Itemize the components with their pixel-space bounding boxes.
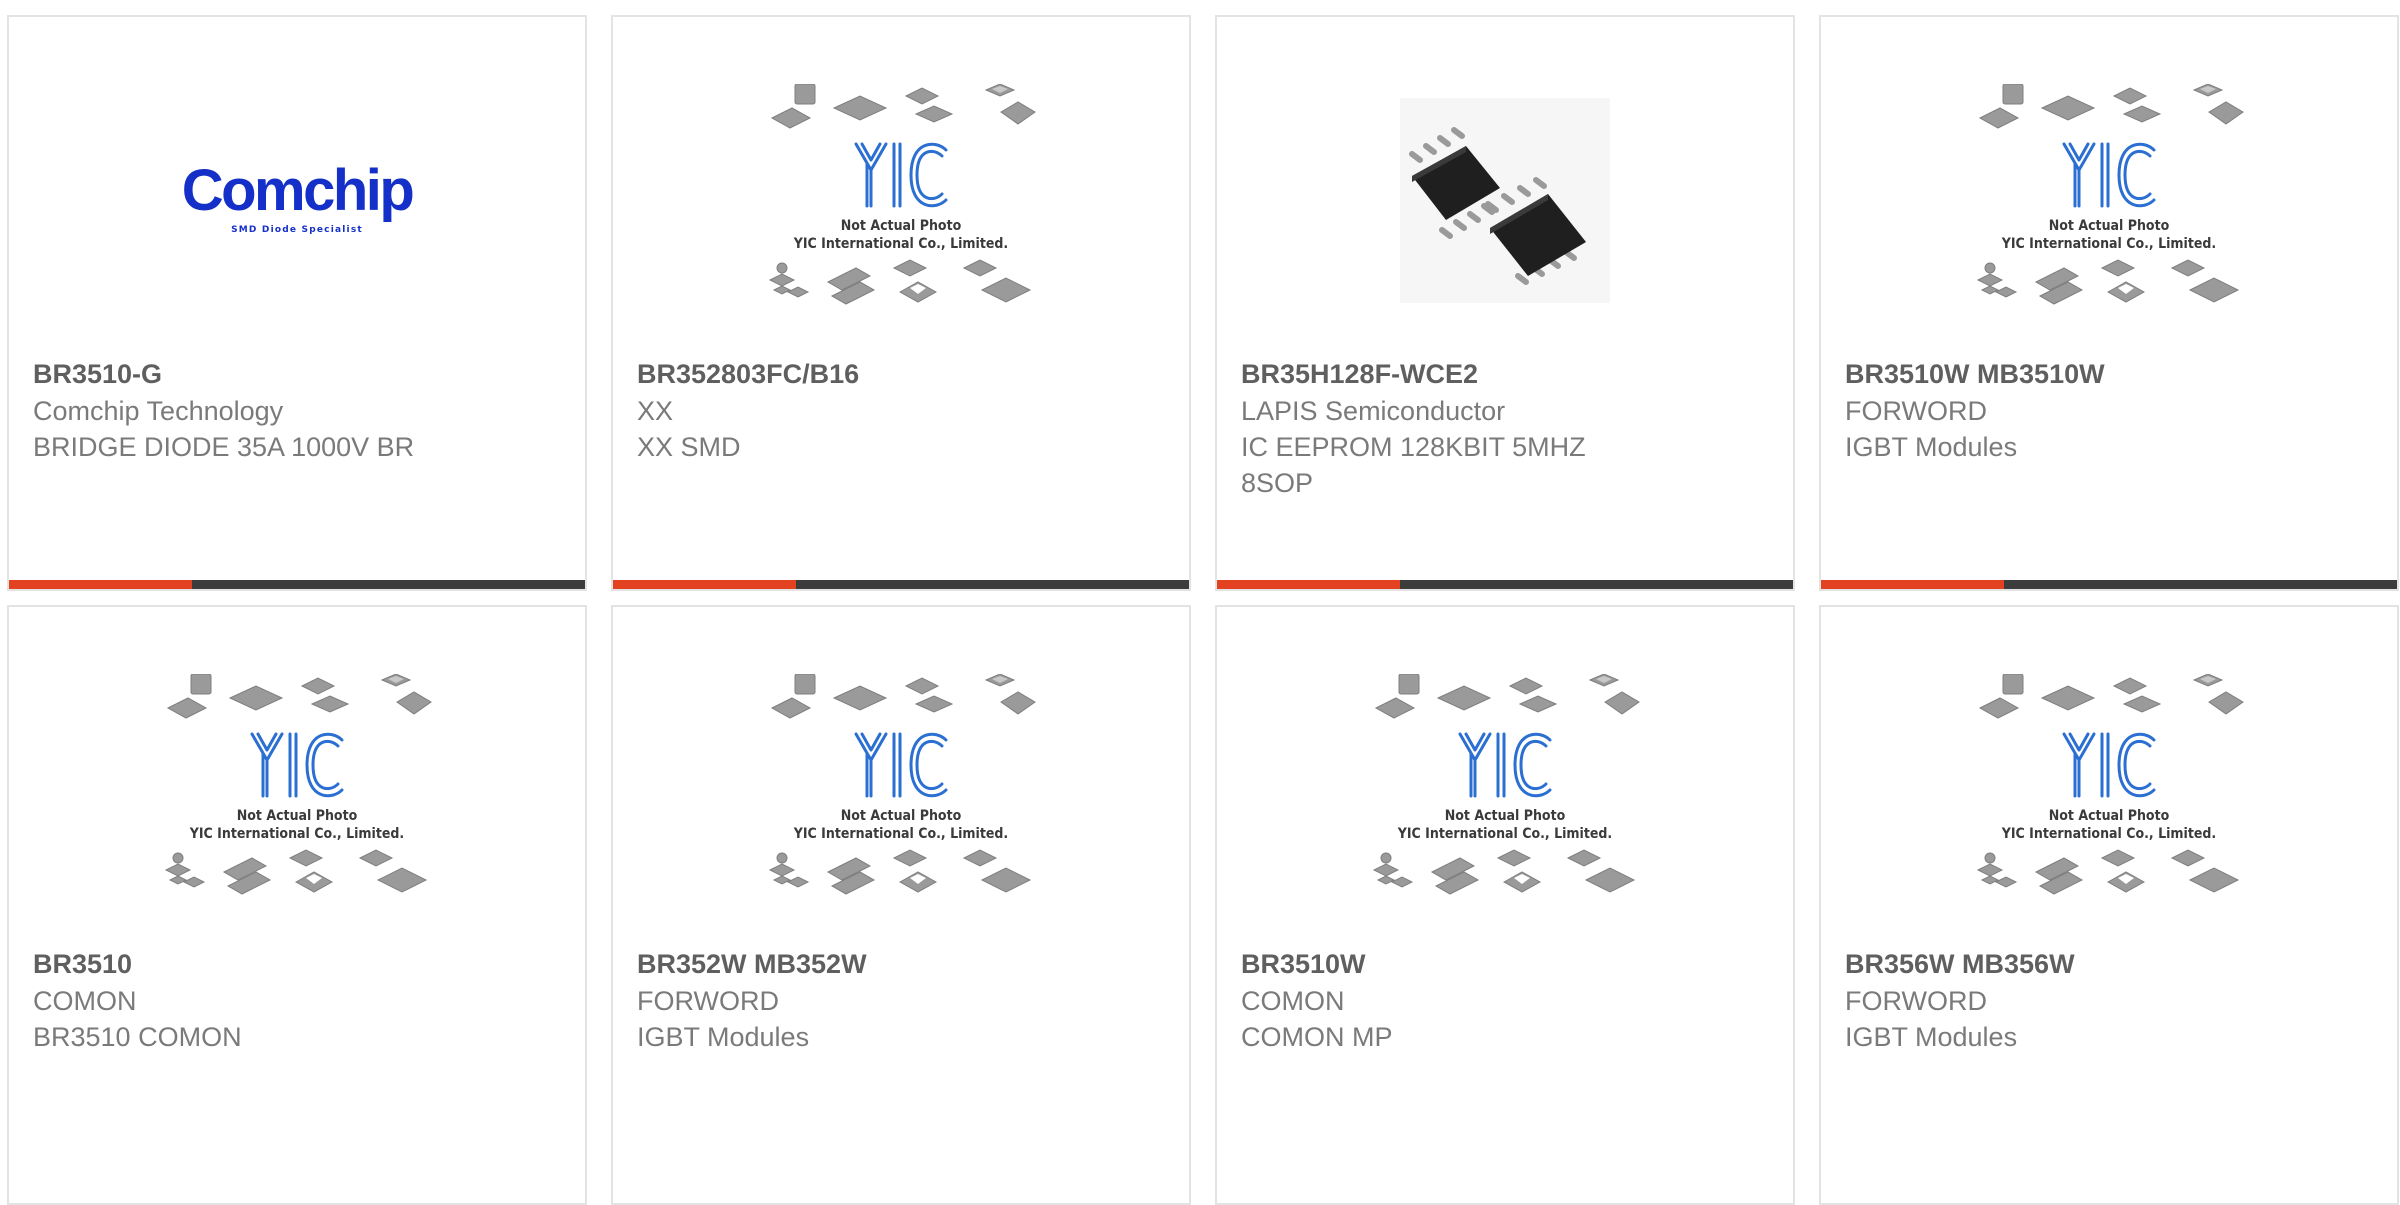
manufacturer-name: Comchip Technology: [33, 396, 284, 426]
svg-text:Not Actual Photo: Not Actual Photo: [2049, 808, 2170, 824]
svg-text:YIC International Co., Limited: YIC International Co., Limited.: [793, 826, 1008, 842]
yic-placeholder-image[interactable]: Not Actual Photo YIC International Co., …: [766, 674, 1036, 906]
accent-bar-segment: [1217, 580, 1400, 589]
svg-text:Not Actual Photo: Not Actual Photo: [2049, 218, 2170, 234]
yic-placeholder-image[interactable]: Not Actual Photo YIC International Co., …: [1974, 84, 2244, 316]
yic-placeholder-image[interactable]: Not Actual Photo YIC International Co., …: [1974, 674, 2244, 906]
card-bottom-bar: [1821, 580, 2397, 589]
yic-placeholder-image[interactable]: Not Actual Photo YIC International Co., …: [1370, 674, 1640, 906]
product-description: IC EEPROM 128KBIT 5MHZ: [1241, 432, 1586, 462]
product-description: BRIDGE DIODE 35A 1000V BR: [33, 432, 415, 462]
product-card[interactable]: Not Actual Photo YIC International Co., …: [7, 605, 587, 1205]
product-card[interactable]: Comchip SMD Diode Specialist BR3510-G Com…: [7, 15, 587, 591]
product-description: 8SOP: [1241, 468, 1314, 498]
part-number-link[interactable]: BR3510-G: [33, 356, 561, 393]
part-number-link[interactable]: BR3510: [33, 946, 561, 983]
yic-placeholder-image[interactable]: Not Actual Photo YIC International Co., …: [162, 674, 432, 906]
part-number-link[interactable]: BR352803FC/B16: [637, 356, 1165, 393]
comchip-logo-image[interactable]: Comchip SMD Diode Specialist: [162, 84, 432, 316]
dark-bar-segment: [1400, 580, 1793, 589]
card-bottom-bar: [1217, 580, 1793, 589]
product-description: IGBT Modules: [1845, 432, 2018, 462]
svg-text:YIC International Co., Limited: YIC International Co., Limited.: [793, 236, 1008, 252]
card-bottom-bar: [613, 580, 1189, 589]
product-info: BR352803FC/B16 XX XX SMD: [637, 356, 1165, 465]
svg-text:Comchip: Comchip: [182, 158, 414, 223]
dark-bar-segment: [796, 580, 1189, 589]
svg-text:Not Actual Photo: Not Actual Photo: [1445, 808, 1566, 824]
part-number-link[interactable]: BR3510W: [1241, 946, 1769, 983]
accent-bar-segment: [1821, 580, 2004, 589]
product-card[interactable]: Not Actual Photo YIC International Co., …: [1819, 15, 2399, 591]
manufacturer-name: LAPIS Semiconductor: [1241, 396, 1506, 426]
product-info: BR3510 COMON BR3510 COMON: [33, 946, 561, 1055]
product-info: BR3510W MB3510W FORWORD IGBT Modules: [1845, 356, 2373, 465]
manufacturer-name: COMON: [33, 986, 137, 1016]
product-description: XX SMD: [637, 432, 741, 462]
product-card[interactable]: Not Actual Photo YIC International Co., …: [1215, 605, 1795, 1205]
svg-text:SMD Diode Specialist: SMD Diode Specialist: [231, 225, 363, 235]
product-card[interactable]: Not Actual Photo YIC International Co., …: [611, 605, 1191, 1205]
manufacturer-name: FORWORD: [1845, 396, 1987, 426]
manufacturer-name: COMON: [1241, 986, 1345, 1016]
product-description: IGBT Modules: [1845, 1022, 2018, 1052]
part-number-link[interactable]: BR356W MB356W: [1845, 946, 2373, 983]
svg-text:YIC International Co., Limited: YIC International Co., Limited.: [2001, 236, 2216, 252]
part-number-link[interactable]: BR352W MB352W: [637, 946, 1165, 983]
dark-bar-segment: [192, 580, 585, 589]
dark-bar-segment: [2004, 580, 2397, 589]
product-description: COMON MP: [1241, 1022, 1393, 1052]
manufacturer-name: XX: [637, 396, 674, 426]
product-info: BR352W MB352W FORWORD IGBT Modules: [637, 946, 1165, 1055]
ic-chip-photo-image[interactable]: [1370, 84, 1640, 316]
product-card[interactable]: Not Actual Photo YIC International Co., …: [1819, 605, 2399, 1205]
svg-text:YIC International Co., Limited: YIC International Co., Limited.: [189, 826, 404, 842]
product-info: BR35H128F-WCE2 LAPIS Semiconductor IC EEPR…: [1241, 356, 1769, 501]
product-info: BR356W MB356W FORWORD IGBT Modules: [1845, 946, 2373, 1055]
svg-text:YIC International Co., Limited: YIC International Co., Limited.: [2001, 826, 2216, 842]
manufacturer-name: FORWORD: [637, 986, 779, 1016]
product-info: BR3510W COMON COMON MP: [1241, 946, 1769, 1055]
accent-bar-segment: [613, 580, 796, 589]
svg-text:YIC International Co., Limited: YIC International Co., Limited.: [1397, 826, 1612, 842]
accent-bar-segment: [9, 580, 192, 589]
svg-text:Not Actual Photo: Not Actual Photo: [841, 808, 962, 824]
product-description: BR3510 COMON: [33, 1022, 242, 1052]
product-card[interactable]: BR35H128F-WCE2 LAPIS Semiconductor IC EEPR…: [1215, 15, 1795, 591]
product-card[interactable]: Not Actual Photo YIC International Co., …: [611, 15, 1191, 591]
svg-text:Not Actual Photo: Not Actual Photo: [841, 218, 962, 234]
card-bottom-bar: [9, 580, 585, 589]
part-number-link[interactable]: BR3510W MB3510W: [1845, 356, 2373, 393]
yic-placeholder-image[interactable]: Not Actual Photo YIC International Co., …: [766, 84, 1036, 316]
svg-text:Not Actual Photo: Not Actual Photo: [237, 808, 358, 824]
product-description: IGBT Modules: [637, 1022, 810, 1052]
part-number-link[interactable]: BR35H128F-WCE2: [1241, 356, 1769, 393]
product-info: BR3510-G Comchip Technology BRIDGE DIODE 3…: [33, 356, 561, 465]
manufacturer-name: FORWORD: [1845, 986, 1987, 1016]
